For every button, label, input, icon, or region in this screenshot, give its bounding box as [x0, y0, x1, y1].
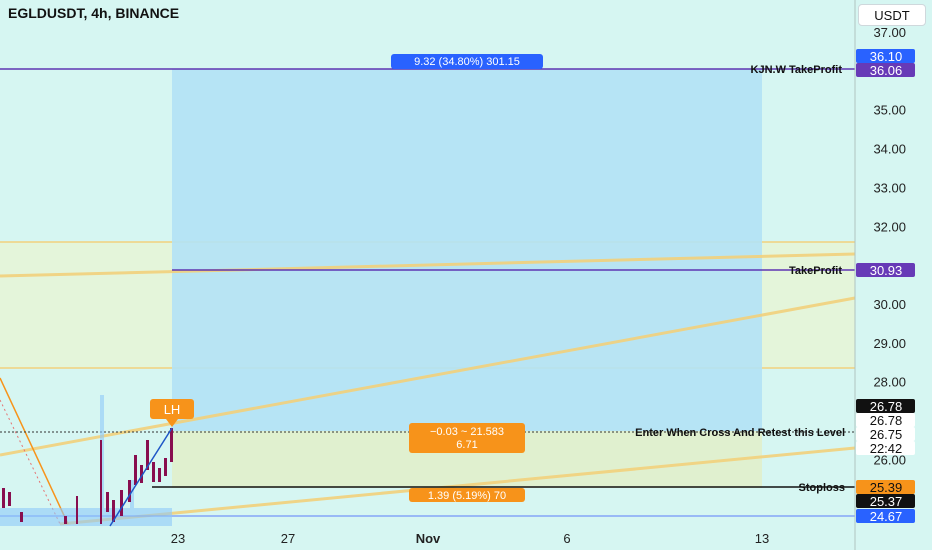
x-tick-label: 23 — [171, 531, 185, 546]
entry-info-line2: 6.71 — [456, 439, 477, 451]
price-tag: 26.78 — [856, 399, 915, 414]
y-tick-label: 32.00 — [873, 219, 906, 234]
x-tick-label: 27 — [281, 531, 295, 546]
lh-label: LH — [164, 402, 181, 417]
entry-info-line1: −0.03 ~ 21.583 — [430, 426, 504, 438]
y-tick-label: 34.00 — [873, 142, 906, 157]
price-tag-value: 26.78 — [870, 413, 903, 428]
price-tag-value: 30.93 — [870, 263, 903, 278]
price-tag: 22:42 — [856, 441, 915, 456]
price-tag-value: 25.37 — [870, 494, 903, 509]
price-tag-value: 22:42 — [870, 441, 903, 456]
level-label-stoploss: Stoploss — [799, 482, 845, 494]
price-tag: 24.67 — [856, 509, 915, 524]
price-tag-value: 26.75 — [870, 427, 903, 442]
entry-info-label[interactable]: −0.03 ~ 21.583 6.71 — [409, 423, 525, 453]
x-tick-label: 13 — [755, 531, 769, 546]
price-tag-value: 36.06 — [870, 63, 903, 78]
price-tag-value: 26.78 — [870, 399, 903, 414]
y-tick-label: 28.00 — [873, 375, 906, 390]
price-tag: 25.37 — [856, 494, 915, 509]
symbol-title[interactable]: EGLDUSDT, 4h, BINANCE — [8, 5, 179, 21]
profit-zone — [172, 69, 762, 431]
price-tag-value: 36.10 — [870, 49, 903, 64]
price-tag: 26.75 — [856, 427, 915, 442]
stop-info-text: 1.39 (5.19%) 70 — [428, 490, 506, 502]
y-tick-label: 37.00 — [873, 25, 906, 40]
currency-button[interactable]: USDT — [858, 4, 926, 26]
price-tag: 26.78 — [856, 413, 915, 428]
chart-area[interactable]: LH 9.32 (34.80%) 301.15 −0.03 ~ 21.583 6… — [0, 0, 932, 550]
level-label-takeprofit: TakeProfit — [789, 265, 842, 277]
price-tag-value: 24.67 — [870, 509, 903, 524]
x-axis-ticks: 23 27 Nov 6 13 — [171, 531, 769, 546]
price-tag-value: 25.39 — [870, 480, 903, 495]
chart-canvas[interactable]: LH 9.32 (34.80%) 301.15 −0.03 ~ 21.583 6… — [0, 0, 932, 550]
y-tick-label: 30.00 — [873, 297, 906, 312]
x-tick-label: 6 — [563, 531, 570, 546]
target-info-text: 9.32 (34.80%) 301.15 — [414, 56, 520, 68]
stop-info-label[interactable]: 1.39 (5.19%) 70 — [409, 488, 525, 502]
y-tick-label: 33.00 — [873, 180, 906, 195]
y-tick-label: 35.00 — [873, 103, 906, 118]
price-tag: 36.06 — [856, 63, 915, 78]
x-tick-label: Nov — [416, 531, 441, 546]
level-label-entry: Enter When Cross And Retest this Level — [635, 427, 845, 439]
y-tick-label: 29.00 — [873, 336, 906, 351]
price-tag: 36.10 — [856, 49, 915, 64]
target-info-label[interactable]: 9.32 (34.80%) 301.15 — [391, 54, 543, 69]
price-tag: 30.93 — [856, 263, 915, 278]
price-tag: 25.39 — [856, 480, 915, 495]
level-label-kjn: KJN.W TakeProfit — [751, 64, 843, 76]
